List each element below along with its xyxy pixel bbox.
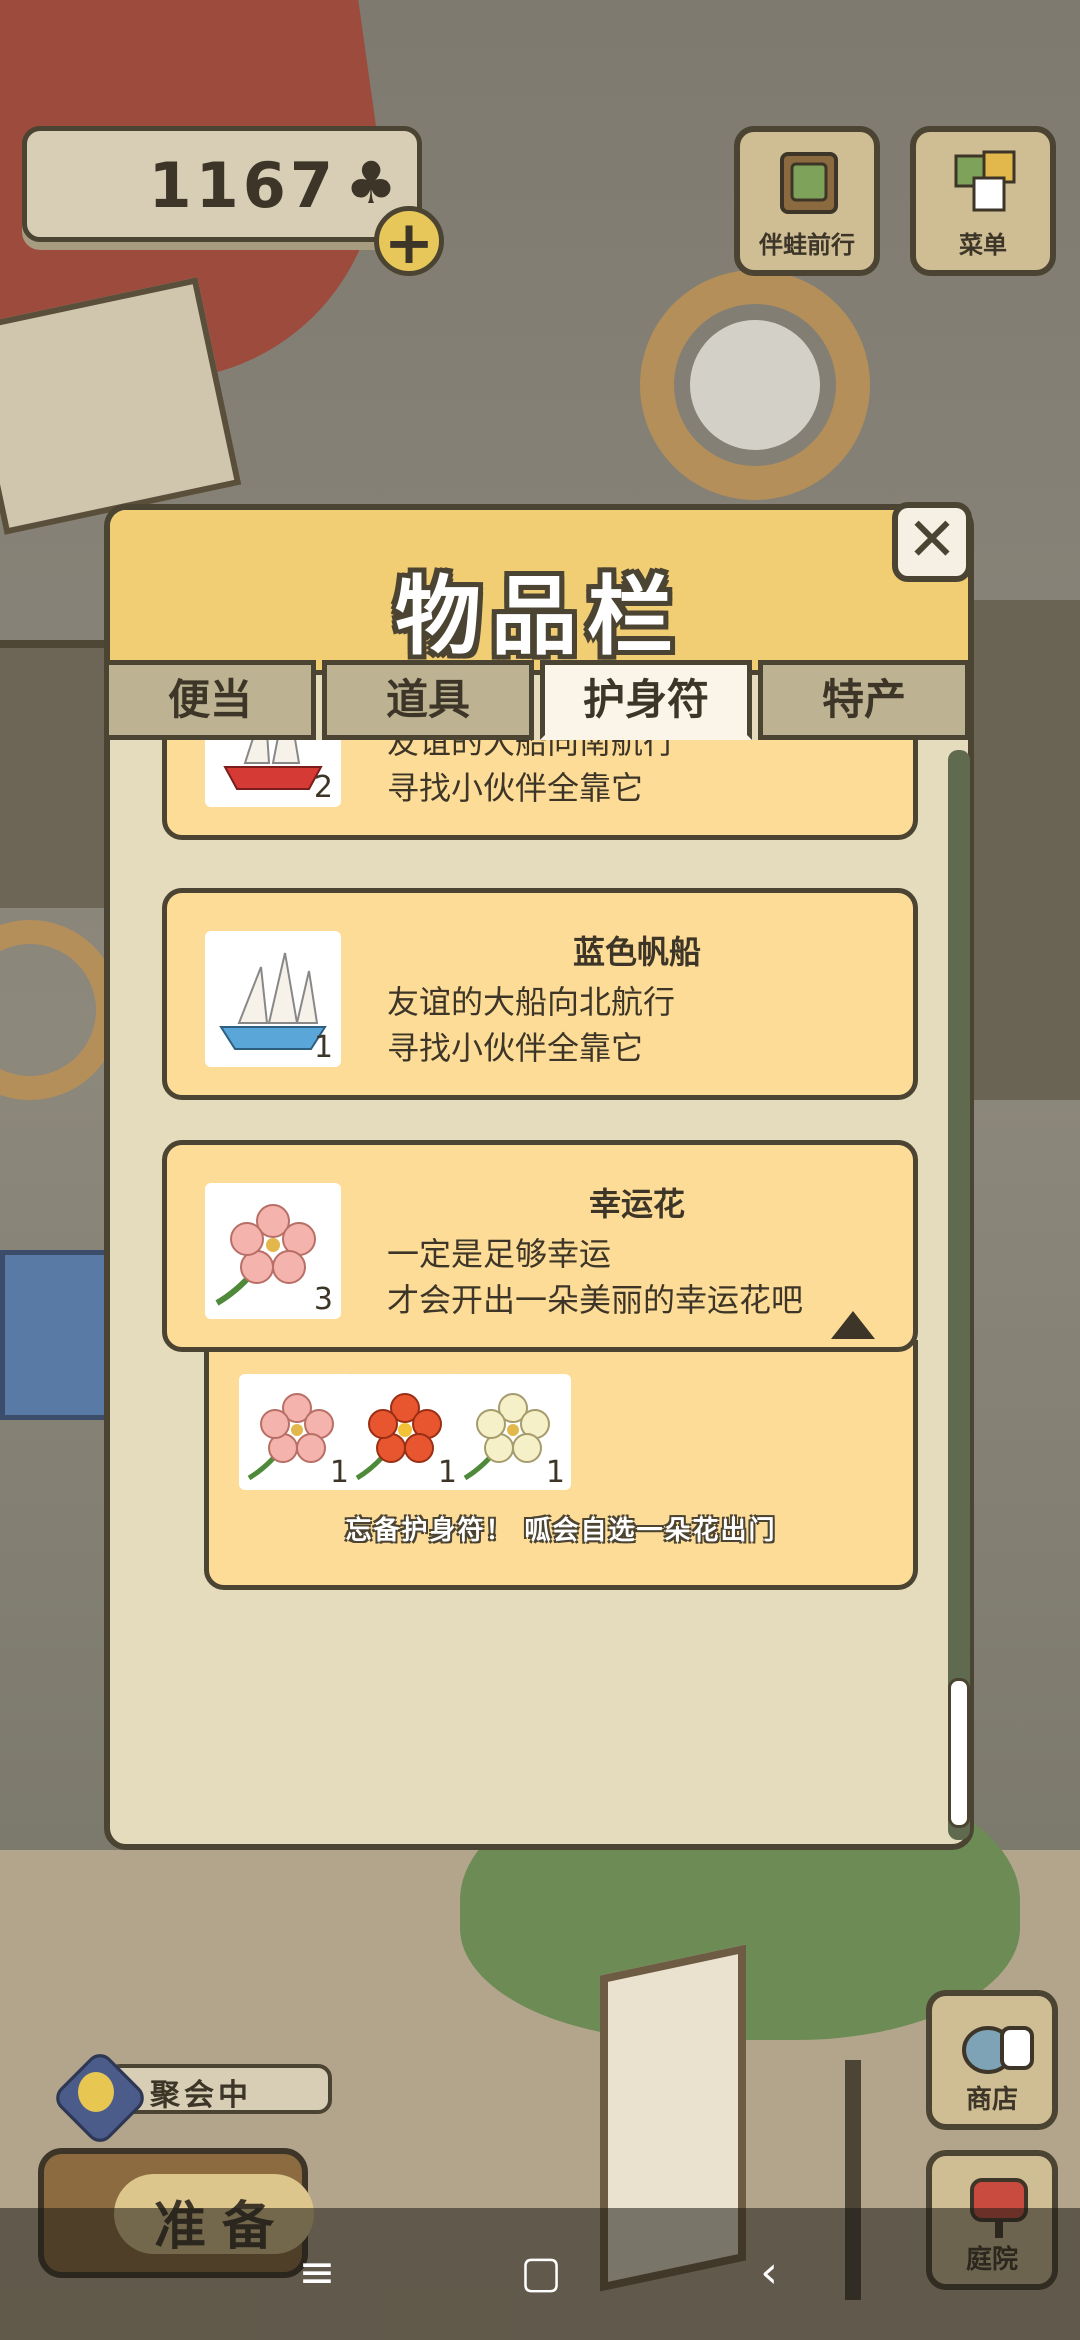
flower-variant-tile[interactable]: 1 [347,1374,463,1490]
book-icon [780,152,838,214]
menu-lines-icon[interactable]: ≡ [282,2238,352,2308]
modal-header: 物品栏 [110,510,968,675]
list-item[interactable]: 3 幸运花 一定是足够幸运 才会开出一朵美丽的幸运花吧 [162,1140,918,1352]
menu-button[interactable]: 菜单 [910,126,1056,276]
item-desc-line1: 一定是足够幸运 [387,1235,612,1273]
item-count: 2 [313,770,333,805]
variant-count: 1 [545,1455,565,1490]
blue-crate [0,1250,110,1420]
item-thumbnail: 1 [205,931,341,1067]
left-shelf [0,640,120,908]
item-desc-line2: 寻找小伙伴全靠它 [387,1029,644,1067]
item-desc-line2: 才会开出一朵美丽的幸运花吧 [387,1281,804,1319]
item-count: 1 [313,1030,333,1065]
party-status[interactable]: 聚会中 [50,2048,332,2148]
scrollbar-track[interactable] [948,750,970,1840]
collapse-arrow-icon[interactable] [831,1311,875,1339]
tab-charms[interactable]: 护身符 [540,660,752,740]
list-item[interactable]: 1 蓝色帆船 友谊的大船向北航行 寻找小伙伴全靠它 [162,888,918,1100]
item-thumbnail: 3 [205,1183,341,1319]
item-thumbnail: 2 [205,740,341,807]
clover-count: 1167 [148,149,337,222]
tab-tools[interactable]: 道具 [322,660,534,740]
flower-variant-tile[interactable]: 1 [239,1374,355,1490]
flower-note: 忘备护身符！ 呱会自选一朵花出门 [345,1516,777,1546]
shop-button[interactable]: 商店 [926,1990,1058,2130]
list-item[interactable]: 2 友谊的大船向南航行 寻找小伙伴全靠它 [162,740,918,840]
menu-label: 菜单 [959,231,1007,259]
ring-center [690,320,820,450]
item-desc-line1: 友谊的大船向南航行 [387,740,676,761]
right-shelf [960,600,1080,1100]
menu-cards-icon [954,150,1016,212]
bird-icon [78,2072,114,2112]
tab-specialty[interactable]: 特产 [758,660,970,740]
party-label: 聚会中 [150,2078,252,2113]
item-name: 幸运花 [588,1185,685,1223]
plus-icon: + [383,208,435,278]
clover-icon: ♣ [345,149,397,217]
item-desc-line1: 友谊的大船向北航行 [387,983,676,1021]
modal-title: 物品栏 [395,567,683,667]
flower-variant-tile[interactable]: 1 [455,1374,571,1490]
system-navbar: ≡ ▢ ‹ [0,2208,1080,2340]
item-count: 3 [313,1282,333,1317]
close-button[interactable]: ✕ [892,502,972,582]
square-home-icon[interactable]: ▢ [506,2238,576,2308]
add-clover-button[interactable]: + [374,206,444,276]
shop-bag-icon [962,2026,1034,2074]
flower-variants-panel: 1 1 1 忘备护身符！ 呱会自选一朵花出门 [204,1340,918,1590]
close-icon: ✕ [906,505,958,575]
charm-list[interactable]: 2 友谊的大船向南航行 寻找小伙伴全靠它 1 蓝色帆船 友谊的大船向北航行 寻找… [158,740,918,1840]
inventory-tabs: 便当 道具 护身符 特产 [104,660,974,740]
item-name: 蓝色帆船 [572,933,701,971]
travel-companion-button[interactable]: 伴蛙前行 [734,126,880,276]
shop-label: 商店 [965,2085,1018,2115]
back-chevron-icon[interactable]: ‹ [734,2238,804,2308]
travel-companion-label: 伴蛙前行 [759,231,855,259]
item-desc-line2: 寻找小伙伴全靠它 [387,769,644,807]
clover-counter: 1167 ♣ [22,126,422,242]
scrollbar-thumb[interactable] [948,1678,970,1828]
tab-bento[interactable]: 便当 [104,660,316,740]
